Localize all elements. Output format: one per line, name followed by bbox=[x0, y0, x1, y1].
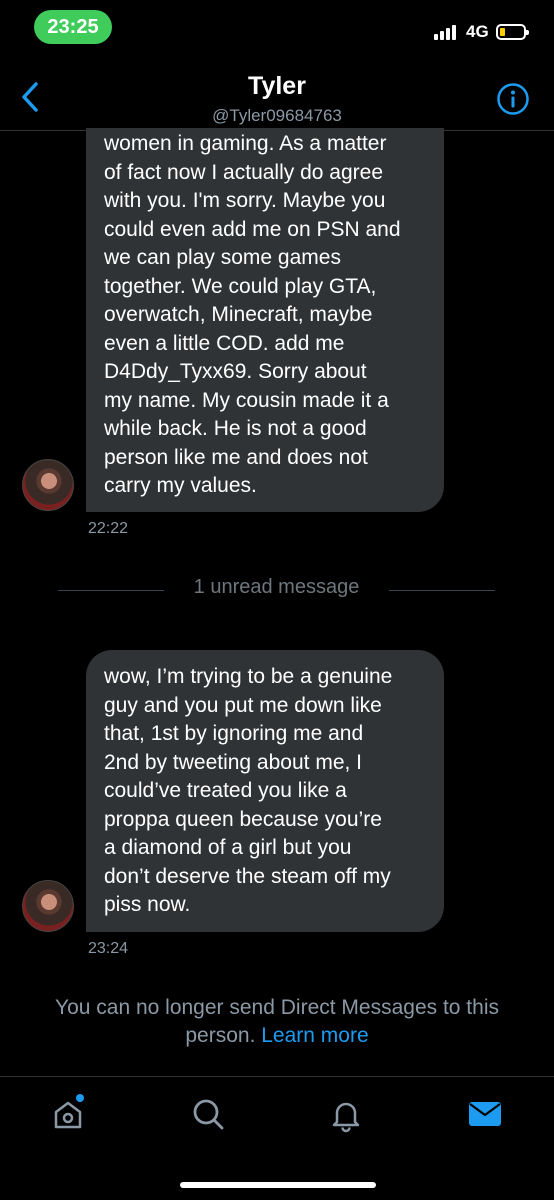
battery-icon bbox=[496, 24, 529, 40]
learn-more-link[interactable]: Learn more bbox=[261, 1024, 368, 1047]
message-timestamp: 23:24 bbox=[88, 940, 129, 957]
mail-icon bbox=[469, 1102, 501, 1126]
network-label: 4G bbox=[466, 22, 489, 41]
info-button[interactable] bbox=[496, 82, 530, 121]
dm-disabled-notice: You can no longer send Direct Messages t… bbox=[20, 994, 534, 1050]
conversation-handle: @Tyler09684763 bbox=[212, 106, 342, 125]
home-icon bbox=[54, 1094, 84, 1129]
bell-icon bbox=[332, 1102, 360, 1133]
tab-notifications[interactable] bbox=[326, 1094, 366, 1134]
avatar[interactable] bbox=[22, 459, 74, 511]
message-bubble[interactable]: women in gaming. As a matter of fact now… bbox=[86, 128, 444, 512]
tab-bar-divider bbox=[0, 1076, 554, 1077]
tab-search[interactable] bbox=[188, 1094, 228, 1134]
unread-divider-label: 1 unread message bbox=[193, 576, 360, 598]
divider-line bbox=[389, 590, 495, 591]
search-icon bbox=[193, 1099, 224, 1130]
message-bubble[interactable]: wow, I’m trying to be a genuine guy and … bbox=[86, 650, 444, 932]
avatar[interactable] bbox=[22, 880, 74, 932]
conversation-name[interactable]: Tyler bbox=[0, 72, 554, 101]
info-circle-icon bbox=[497, 83, 529, 115]
tab-home[interactable] bbox=[48, 1094, 88, 1134]
status-time: 23:25 bbox=[34, 10, 112, 44]
divider-line bbox=[58, 590, 164, 591]
home-indicator[interactable] bbox=[180, 1182, 376, 1188]
message-timestamp: 22:22 bbox=[88, 520, 129, 537]
signal-icon bbox=[434, 24, 456, 40]
tab-messages[interactable] bbox=[465, 1094, 505, 1134]
notification-dot bbox=[76, 1094, 84, 1102]
